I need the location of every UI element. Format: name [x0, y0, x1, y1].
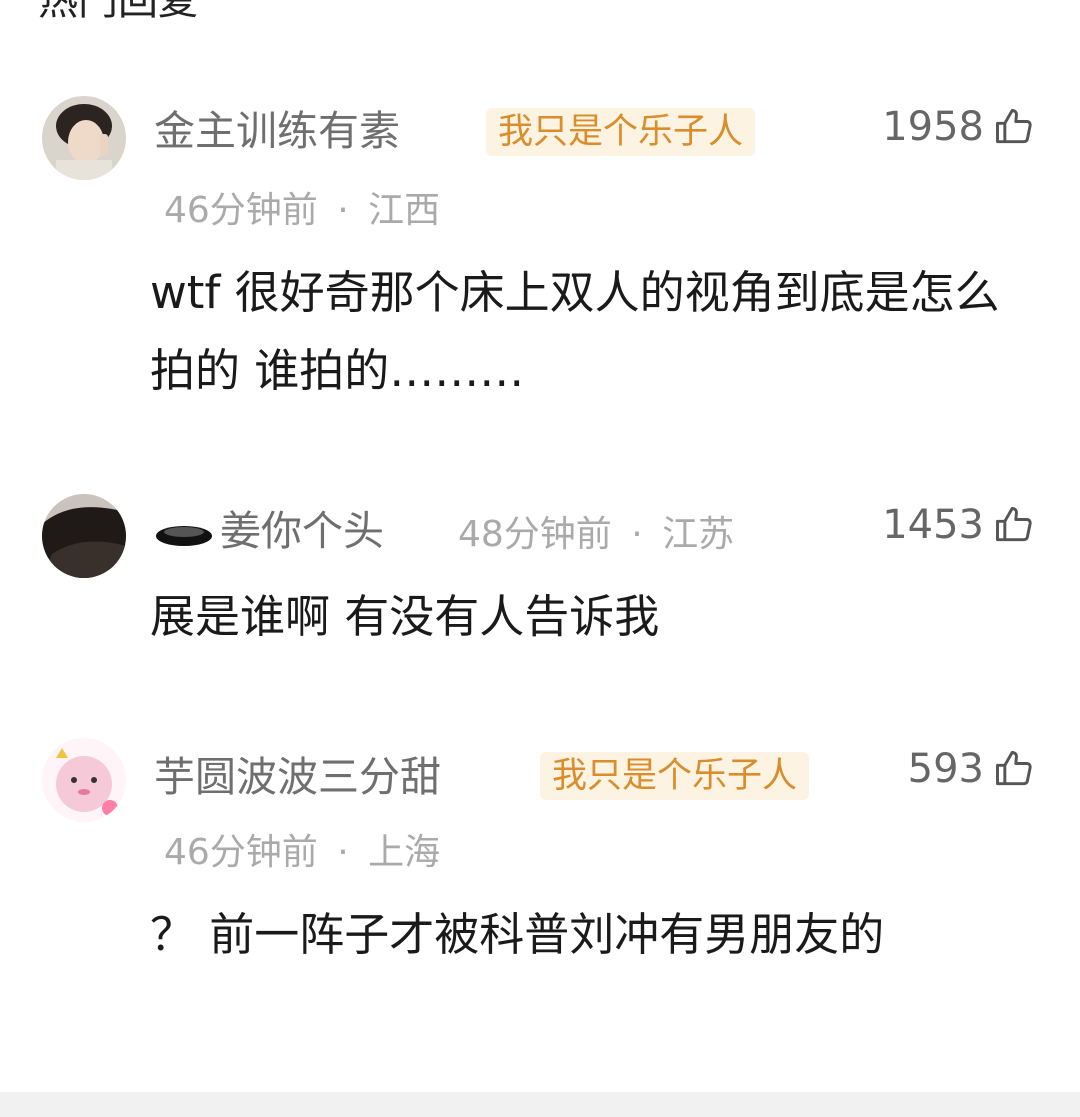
comment-location: 上海 [368, 832, 441, 873]
like-count: 1958 [882, 104, 984, 150]
thumbs-up-icon [996, 507, 1032, 542]
avatar-image [42, 494, 126, 578]
like-button[interactable]: 1958 [882, 102, 1036, 152]
comment-location: 江苏 [662, 514, 735, 555]
comment-location: 江西 [368, 190, 441, 231]
ufo-icon [156, 526, 212, 546]
avatar-image [42, 96, 126, 180]
comment-time: 46分钟前 [164, 190, 318, 231]
comments-page: 热门回复 金主训练有素 我只是个乐子人 1958 46分钟前 · 江西 wtf … [0, 0, 1080, 1117]
like-button[interactable]: 1453 [882, 500, 1036, 550]
bottom-divider [0, 1092, 1080, 1117]
like-button[interactable]: 593 [908, 744, 1036, 794]
username-label: 姜你个头 [220, 507, 384, 555]
comment-text[interactable]: ？ 前一阵子才被科普刘冲有男朋友的 [150, 896, 1030, 974]
avatar[interactable] [42, 494, 126, 578]
meta-separator: · [337, 190, 349, 231]
username[interactable]: 芋圆波波三分甜 [154, 752, 441, 802]
like-count: 1453 [882, 502, 984, 548]
user-badge: 我只是个乐子人 [486, 108, 756, 156]
meta-separator: · [631, 514, 643, 555]
comment-time: 48分钟前 [458, 514, 612, 555]
thumbs-up-icon [996, 109, 1032, 144]
section-title: 热门回复 [38, 0, 198, 24]
comment-text[interactable]: wtf 很好奇那个床上双人的视角到底是怎么拍的 谁拍的……… [150, 254, 1030, 410]
user-badge: 我只是个乐子人 [540, 752, 810, 800]
comment-text[interactable]: 展是谁啊 有没有人告诉我 [150, 578, 1030, 656]
comment-meta: 46分钟前 · 上海 [164, 830, 440, 876]
comment-time: 46分钟前 [164, 832, 318, 873]
like-count: 593 [907, 746, 984, 792]
comment-meta: 48分钟前 · 江苏 [458, 512, 734, 558]
username[interactable]: 姜你个头 [154, 506, 384, 556]
avatar[interactable] [42, 738, 126, 822]
comment-meta: 46分钟前 · 江西 [164, 188, 440, 234]
avatar[interactable] [42, 96, 126, 180]
thumbs-up-icon [996, 751, 1032, 786]
username[interactable]: 金主训练有素 [154, 106, 400, 156]
meta-separator: · [337, 832, 349, 873]
avatar-image [42, 738, 126, 822]
